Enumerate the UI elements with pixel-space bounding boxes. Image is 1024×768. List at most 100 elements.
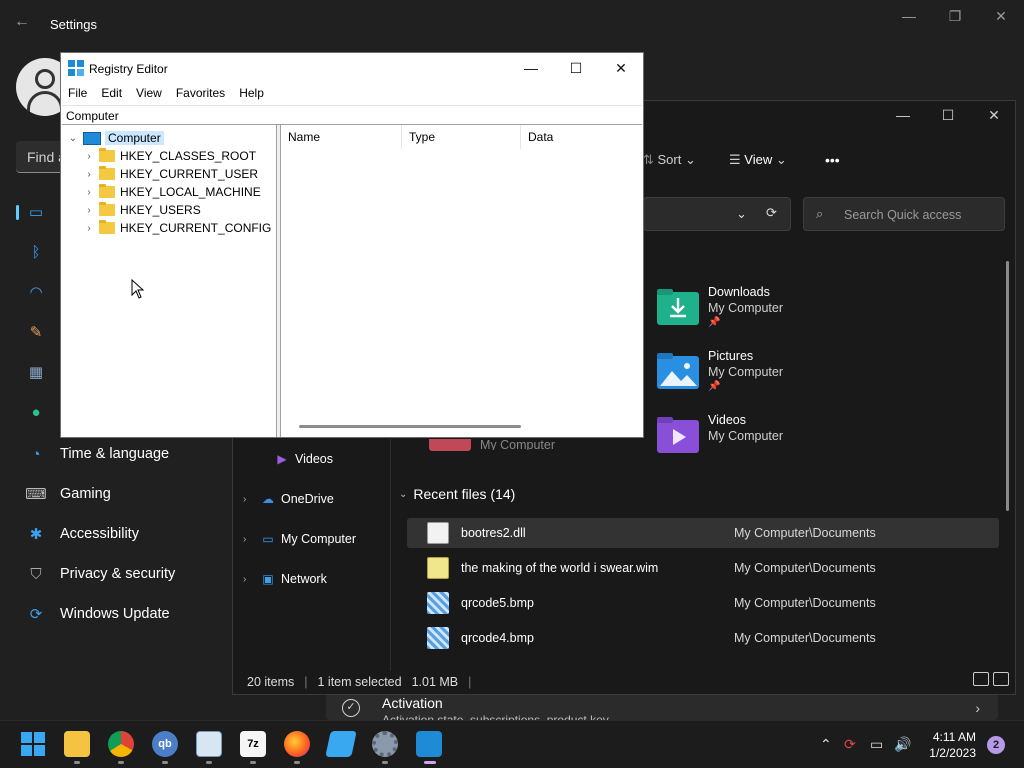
quick-access-pictures[interactable]: Pictures My Computer 📌 [657,349,857,403]
column-header-data[interactable]: Data [521,125,643,149]
nav-item-bluetooth[interactable]: ᛒ [22,234,60,270]
dll-file-icon [427,522,449,544]
tree-node-hkey-classes-root[interactable]: › HKEY_CLASSES_ROOT [83,147,256,165]
chevron-right-icon[interactable]: › [83,151,95,162]
sync-icon[interactable]: ⟳ [844,736,856,753]
settings-icon[interactable] [372,731,398,757]
nav-item-gaming[interactable]: ⌨ Gaming [22,476,111,512]
qbittorrent-icon[interactable]: qb [152,731,178,757]
start-icon[interactable] [20,731,46,757]
chevron-right-icon[interactable]: › [243,494,255,505]
more-options-button[interactable]: ••• [825,152,840,168]
resource-monitor-icon[interactable] [196,731,222,757]
nav-item-system[interactable]: ▭ [22,194,60,230]
tree-node-hkey-current-config[interactable]: › HKEY_CURRENT_CONFIG [83,219,271,237]
nav-item-personalization[interactable]: ✎ [22,314,60,350]
restore-icon[interactable]: ❐ [940,8,970,25]
menu-file[interactable]: File [61,83,94,105]
clock[interactable]: 4:11 AM 1/2/2023 [929,729,976,761]
network-tray-icon[interactable]: ▭ [870,736,883,753]
chevron-right-icon[interactable]: › [83,169,95,180]
view-button[interactable]: ☰ View ⌄ [729,152,787,168]
chevron-right-icon: › [975,700,980,716]
running-indicator [118,761,124,764]
firefox-icon[interactable] [284,731,310,757]
recent-files-header[interactable]: ⌄ Recent files (14) [399,486,515,502]
chevron-right-icon[interactable]: › [243,534,255,545]
chevron-right-icon[interactable]: › [83,223,95,234]
drive-icon[interactable] [325,731,357,757]
column-header-name[interactable]: Name [281,125,402,149]
tree-node-computer[interactable]: ⌄ Computer [67,129,164,147]
recent-file-row[interactable]: qrcode4.bmp My Computer\Documents [407,623,999,653]
recent-file-row[interactable]: bootres2.dll My Computer\Documents [407,518,999,548]
minimize-icon[interactable]: — [513,57,549,79]
nav-tree-my-computer[interactable]: › ▭ My Computer [243,528,356,550]
nav-item-windows-update[interactable]: ⟳ Windows Update [22,596,170,632]
chevron-up-icon[interactable]: ⌃ [820,736,832,753]
close-icon[interactable]: ✕ [603,57,639,79]
qrcode-image-icon [427,627,449,649]
close-icon[interactable]: ✕ [986,8,1016,25]
nav-item-privacy-security[interactable]: ⛉ Privacy & security [22,556,175,592]
menu-view[interactable]: View [129,83,169,105]
nav-item-time-language[interactable]: ◔ Time & language [22,436,169,472]
downloads-folder-icon [657,289,699,325]
running-indicator [382,761,388,764]
brush-icon: ✎ [29,324,43,341]
chevron-down-icon[interactable]: ⌄ [736,206,747,222]
7zip-icon[interactable]: 7z [240,731,266,757]
nav-item-accounts[interactable]: ● [22,394,60,430]
sort-button[interactable]: ⇅ Sort ⌄ [643,152,696,168]
tree-node-hkey-users[interactable]: › HKEY_USERS [83,201,201,219]
chrome-icon[interactable] [108,731,134,757]
file-explorer-icon[interactable] [64,731,90,757]
maximize-icon[interactable]: ☐ [933,107,963,124]
minimize-icon[interactable]: — [888,107,918,123]
quick-access-downloads[interactable]: Downloads My Computer 📌 [657,285,857,339]
address-bar[interactable]: ⌄ ⟳ [643,197,791,231]
registry-tree: ⌄ Computer › HKEY_CLASSES_ROOT › HKEY_CU… [61,125,276,437]
nav-tree-network[interactable]: › ▣ Network [243,568,327,590]
menu-edit[interactable]: Edit [94,83,129,105]
nav-tree-onedrive[interactable]: › ☁ OneDrive [243,488,334,510]
nav-item-accessibility[interactable]: ✱ Accessibility [22,516,139,552]
nav-item-apps[interactable]: ▦ [22,354,60,390]
details-view-icon[interactable] [973,672,989,686]
maximize-icon[interactable]: ☐ [558,57,594,79]
title-bar[interactable]: Registry Editor — ☐ ✕ [61,53,643,83]
clock-globe-icon: ◔ [31,445,41,463]
search-quick-access-input[interactable]: ⌕ Search Quick access [803,197,1005,231]
settings-search-input[interactable]: Find a [16,141,66,173]
vertical-scrollbar[interactable] [1006,261,1009,511]
chevron-down-icon[interactable]: ⌄ [399,489,407,500]
chevron-right-icon[interactable]: › [243,574,255,585]
column-header-type[interactable]: Type [402,125,521,149]
refresh-icon[interactable]: ⟳ [766,205,777,221]
search-icon: ⌕ [816,206,824,221]
close-icon[interactable]: ✕ [979,107,1009,124]
horizontal-scrollbar[interactable] [299,425,521,428]
registry-address-bar[interactable]: Computer [62,105,642,125]
tree-node-hkey-current-user[interactable]: › HKEY_CURRENT_USER [83,165,258,183]
chevron-down-icon[interactable]: ⌄ [67,133,79,144]
settings-title: Settings [50,17,97,32]
folder-icon [99,148,115,162]
regedit-icon[interactable] [416,731,442,757]
view-icon: ☰ [729,152,745,167]
chevron-right-icon[interactable]: › [83,187,95,198]
volume-icon[interactable]: 🔊 [894,736,911,753]
notification-badge[interactable]: 2 [987,736,1005,754]
menu-help[interactable]: Help [232,83,271,105]
nav-item-network[interactable]: ◠ [22,274,60,310]
recent-file-row[interactable]: the making of the world i swear.wim My C… [407,553,999,583]
tree-node-hkey-local-machine[interactable]: › HKEY_LOCAL_MACHINE [83,183,261,201]
minimize-icon[interactable]: — [894,8,924,24]
back-arrow-icon[interactable]: ← [14,13,30,31]
menu-favorites[interactable]: Favorites [169,83,232,105]
tiles-view-icon[interactable] [993,672,1009,686]
chevron-right-icon[interactable]: › [83,205,95,216]
nav-tree-videos[interactable]: ▶ Videos [269,448,333,470]
quick-access-videos[interactable]: Videos My Computer [657,413,857,467]
recent-file-row[interactable]: qrcode5.bmp My Computer\Documents [407,588,999,618]
